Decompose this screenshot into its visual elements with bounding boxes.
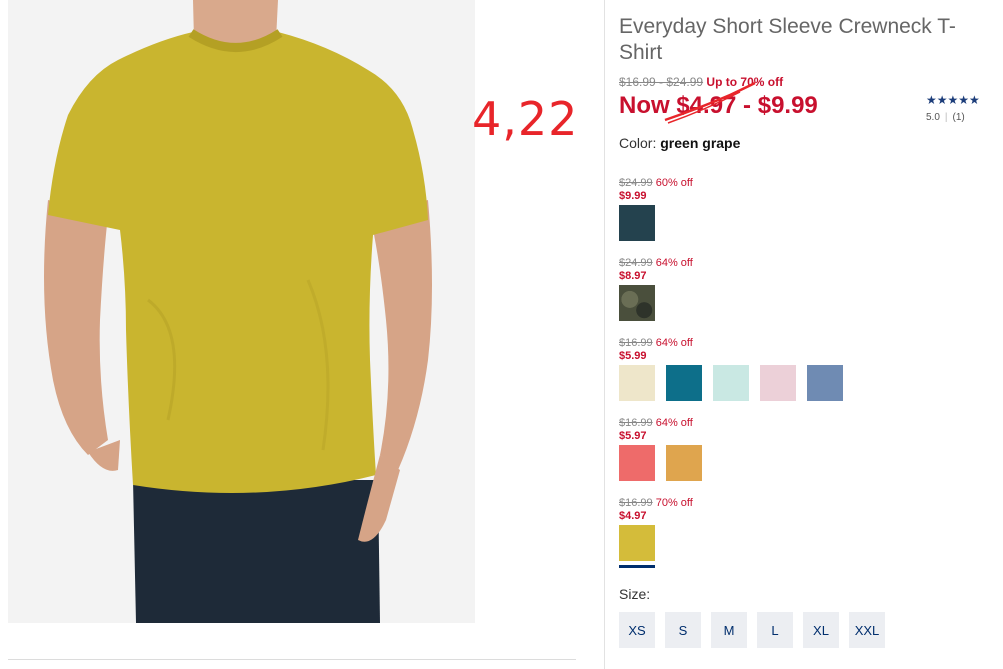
product-title: Everyday Short Sleeve Crewneck T-Shirt	[619, 15, 956, 64]
group-discount: 64% off	[655, 417, 693, 429]
image-bottom-border	[8, 659, 576, 660]
review-count[interactable]: (1)	[953, 112, 965, 123]
price-group: $16.99 64% off $5.99	[619, 337, 843, 401]
color-swatch[interactable]	[619, 445, 655, 481]
size-option-s[interactable]: S	[665, 612, 701, 648]
size-selector: XS S M L XL XXL	[619, 612, 885, 648]
color-swatch[interactable]	[666, 365, 702, 401]
color-swatch[interactable]	[760, 365, 796, 401]
size-option-xl[interactable]: XL	[803, 612, 839, 648]
selected-swatch-indicator	[619, 565, 655, 568]
group-discount: 64% off	[655, 257, 693, 269]
size-option-m[interactable]: M	[711, 612, 747, 648]
price-group: $16.99 70% off $4.97	[619, 497, 693, 561]
size-label: Size:	[619, 586, 651, 602]
color-swatch[interactable]	[619, 205, 655, 241]
product-image[interactable]	[8, 0, 475, 623]
group-original-price: $16.99	[619, 337, 653, 349]
color-selection-label: Color: green grape	[619, 135, 740, 151]
group-sale-price: $5.99	[619, 350, 647, 362]
price-annotation: 4,22	[472, 92, 579, 146]
color-label: Color:	[619, 135, 657, 151]
group-original-price: $24.99	[619, 177, 653, 189]
group-discount: 64% off	[655, 337, 693, 349]
group-sale-price: $4.97	[619, 510, 647, 522]
size-option-l[interactable]: L	[757, 612, 793, 648]
price-group: $24.99 64% off $8.97	[619, 257, 693, 321]
color-swatch[interactable]	[666, 445, 702, 481]
size-option-xxl[interactable]: XXL	[849, 612, 885, 648]
strike-annotation	[664, 81, 756, 124]
rating-widget[interactable]: ★★★★★ 5.0 | (1)	[926, 93, 980, 123]
column-divider	[604, 0, 605, 669]
price-group: $24.99 60% off $9.99	[619, 177, 693, 241]
group-sale-price: $8.97	[619, 270, 647, 282]
group-sale-price: $5.97	[619, 430, 647, 442]
group-original-price: $16.99	[619, 417, 653, 429]
color-swatch[interactable]	[619, 365, 655, 401]
color-value: green grape	[660, 135, 741, 151]
rating-summary: 5.0 | (1)	[926, 112, 965, 123]
group-discount: 70% off	[655, 497, 693, 509]
size-option-xs[interactable]: XS	[619, 612, 655, 648]
color-swatch-selected[interactable]	[619, 525, 655, 561]
color-swatch[interactable]	[807, 365, 843, 401]
rating-score: 5.0	[926, 112, 940, 123]
color-swatch[interactable]	[713, 365, 749, 401]
price-group: $16.99 64% off $5.97	[619, 417, 702, 481]
group-sale-price: $9.99	[619, 190, 647, 202]
group-original-price: $16.99	[619, 497, 653, 509]
product-photo-illustration	[8, 0, 475, 623]
group-discount: 60% off	[655, 177, 693, 189]
color-swatch-camo[interactable]	[619, 285, 655, 321]
star-icon: ★★★★★	[926, 93, 980, 107]
group-original-price: $24.99	[619, 257, 653, 269]
